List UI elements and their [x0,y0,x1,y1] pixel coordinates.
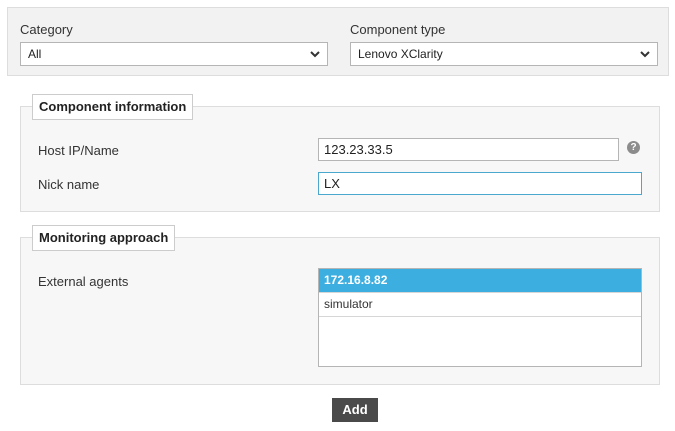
monitoring-approach-legend: Monitoring approach [32,225,176,251]
filter-panel: Category All Component type Lenovo XClar… [7,7,669,76]
help-icon[interactable]: ? [627,141,640,154]
external-agents-listbox[interactable]: 172.16.8.82 simulator [318,268,642,367]
agent-label: simulator [324,297,373,311]
component-type-value: Lenovo XClarity [358,47,443,61]
nick-name-label: Nick name [38,177,100,192]
nick-name-input[interactable] [318,172,642,195]
host-input[interactable] [318,138,619,161]
external-agents-label: External agents [38,274,129,289]
chevron-down-icon [310,43,320,65]
agent-label: 172.16.8.82 [324,273,388,287]
list-item[interactable]: simulator [319,293,641,317]
host-label: Host IP/Name [38,143,119,158]
component-information-legend: Component information [32,94,194,120]
component-type-select[interactable]: Lenovo XClarity [350,42,658,66]
add-button[interactable]: Add [332,398,378,422]
component-type-label: Component type [350,22,446,37]
category-select[interactable]: All [20,42,328,66]
category-value: All [28,47,42,61]
category-label: Category [20,22,73,37]
list-item[interactable]: 172.16.8.82 [319,269,641,293]
chevron-down-icon [640,43,650,65]
